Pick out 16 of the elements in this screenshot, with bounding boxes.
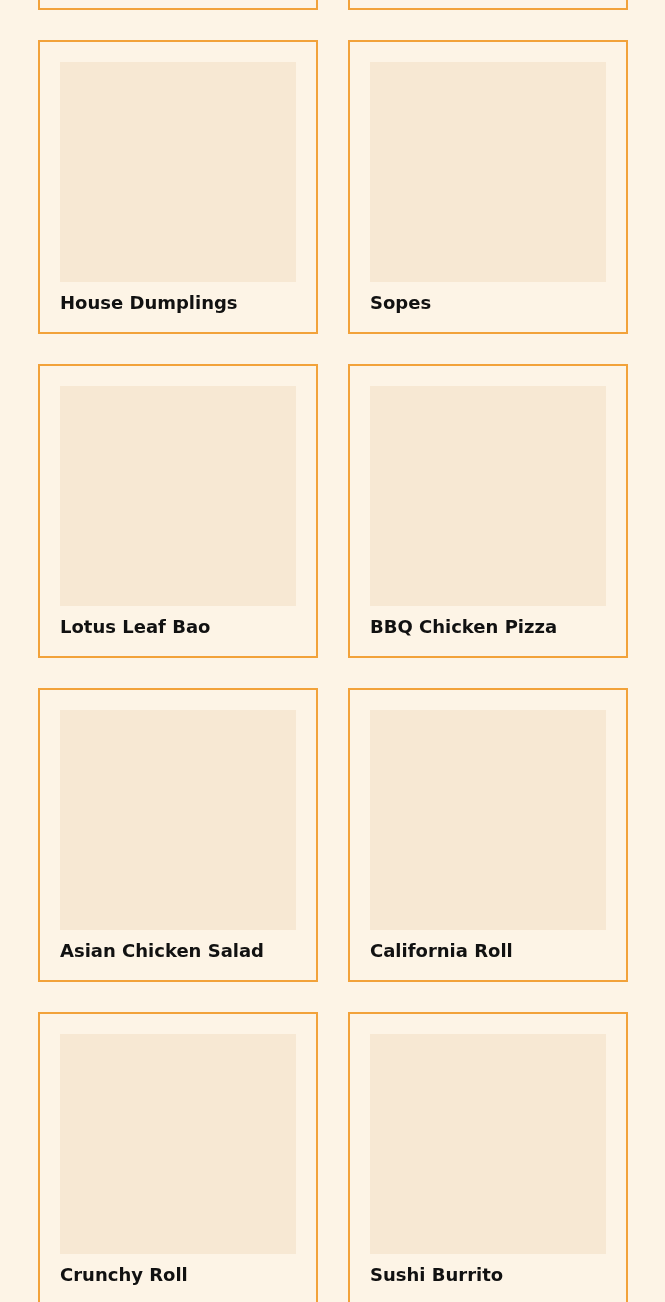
menu-card[interactable]: House Dumplings — [38, 40, 318, 334]
menu-card[interactable]: Sopes — [348, 40, 628, 334]
card-title: Sushi Burrito — [370, 1264, 505, 1285]
menu-card[interactable]: California Roll — [348, 688, 628, 982]
card-title: Sopes — [370, 292, 433, 313]
menu-card[interactable]: Sushi Burrito — [348, 1012, 628, 1302]
card-title: Crunchy Roll — [60, 1264, 189, 1285]
card-title: California Roll — [370, 940, 514, 961]
menu-card[interactable]: Lotus Leaf Bao — [38, 364, 318, 658]
menu-card[interactable]: Asian Chicken Salad — [38, 688, 318, 982]
menu-card[interactable]: BBQ Chicken Pizza — [348, 364, 628, 658]
menu-card[interactable]: Crunchy Roll — [38, 1012, 318, 1302]
card-title: Asian Chicken Salad — [60, 940, 265, 961]
card-title: BBQ Chicken Pizza — [370, 616, 559, 637]
card-title: Lotus Leaf Bao — [60, 616, 212, 637]
card-title: House Dumplings — [60, 292, 239, 313]
